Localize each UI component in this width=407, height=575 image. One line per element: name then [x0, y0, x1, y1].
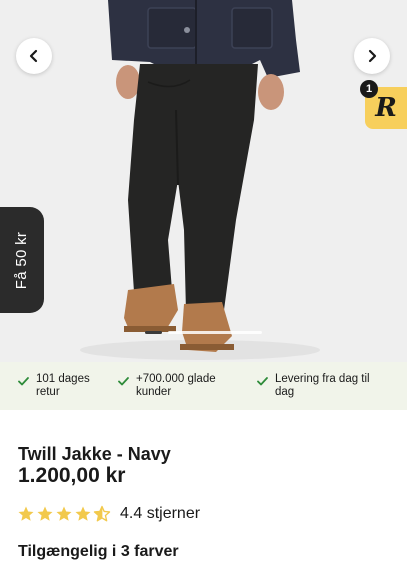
product-image-gallery[interactable]: R 1 Få 50 kr: [0, 0, 407, 362]
star-icon: [18, 506, 34, 521]
star-half-icon: [93, 505, 111, 522]
referral-tab[interactable]: Få 50 kr: [0, 207, 44, 313]
product-price: 1.200,00 kr: [18, 464, 126, 487]
rewards-logo: R: [375, 93, 397, 123]
chevron-left-icon: [29, 49, 38, 63]
referral-tab-label: Få 50 kr: [13, 231, 31, 289]
pagination-dot[interactable]: [168, 331, 262, 334]
usp-bar: 101 dages retur +700.000 glade kunder Le…: [0, 362, 407, 410]
previous-image-button[interactable]: [16, 38, 52, 74]
usp-item: Levering fra dag til dag: [257, 373, 407, 399]
usp-text-line: retur: [36, 386, 60, 398]
check-icon: [118, 377, 129, 386]
pagination-dot-active[interactable]: [145, 331, 162, 334]
rating-text: 4.4 stjerner: [120, 505, 201, 522]
chevron-right-icon: [368, 49, 377, 63]
color-availability-heading: Tilgængelig i 3 farver: [18, 543, 179, 560]
usp-text-line: 101 dages: [36, 373, 90, 385]
usp-item: +700.000 glade kunder: [118, 373, 257, 399]
check-icon: [257, 377, 268, 386]
next-image-button[interactable]: [354, 38, 390, 74]
usp-text-line: dag: [275, 386, 295, 398]
usp-text-line: +700.000 glade: [136, 373, 216, 385]
rewards-count-badge: 1: [360, 80, 378, 98]
usp-text-line: Levering fra dag til: [275, 373, 370, 385]
gallery-pagination: [145, 331, 162, 334]
product-photo: [0, 0, 407, 362]
star-icon: [56, 506, 72, 521]
product-rating[interactable]: 4.4 stjerner: [17, 505, 200, 523]
usp-text-line: kunder: [136, 386, 172, 398]
product-title: Twill Jakke - Navy: [18, 444, 171, 464]
check-icon: [18, 377, 29, 386]
rating-stars: [17, 505, 111, 523]
star-icon: [37, 506, 53, 521]
star-icon: [75, 506, 91, 521]
usp-item: 101 dages retur: [18, 373, 118, 399]
